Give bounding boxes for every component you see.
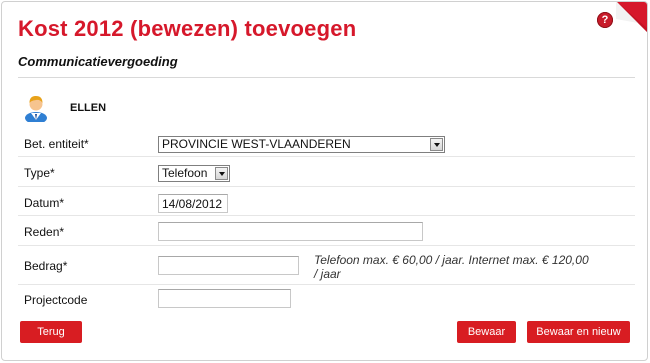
type-select[interactable]: Telefoon: [158, 165, 230, 182]
user-name: ELLEN: [70, 102, 107, 114]
divider: [18, 77, 635, 78]
entity-select[interactable]: PROVINCIE WEST-VLAANDEREN: [158, 136, 445, 153]
amount-field[interactable]: [158, 256, 299, 275]
row-divider: [18, 186, 635, 187]
page-title: Kost 2012 (bewezen) toevoegen: [18, 16, 357, 41]
save-and-new-button[interactable]: Bewaar en nieuw: [527, 321, 630, 343]
project-code-label: Projectcode: [24, 293, 88, 307]
reason-label: Reden*: [24, 225, 65, 239]
type-label: Type*: [24, 166, 55, 180]
entity-label: Bet. entiteit*: [24, 137, 89, 151]
type-select-value: Telefoon: [162, 166, 208, 180]
row-divider: [18, 156, 635, 157]
save-button[interactable]: Bewaar: [457, 321, 516, 343]
page-curl-icon: [616, 2, 647, 32]
project-code-field[interactable]: [158, 289, 291, 308]
date-label: Datum*: [24, 196, 65, 210]
chevron-down-icon[interactable]: [215, 167, 228, 180]
date-field[interactable]: [158, 194, 228, 213]
user-avatar-icon: [25, 96, 47, 122]
entity-select-value: PROVINCIE WEST-VLAANDEREN: [162, 137, 351, 151]
row-divider: [18, 245, 635, 246]
chevron-down-icon[interactable]: [430, 138, 443, 151]
help-icon[interactable]: ?: [597, 12, 613, 28]
row-divider: [18, 284, 635, 285]
back-button[interactable]: Terug: [20, 321, 82, 343]
row-divider: [18, 215, 635, 216]
dialog-panel: Kost 2012 (bewezen) toevoegen ? Communic…: [1, 1, 648, 361]
reason-field[interactable]: [158, 222, 423, 241]
amount-hint: Telefoon max. € 60,00 / jaar. Internet m…: [314, 253, 589, 281]
amount-label: Bedrag*: [24, 259, 68, 273]
section-subtitle: Communicatievergoeding: [18, 54, 178, 69]
